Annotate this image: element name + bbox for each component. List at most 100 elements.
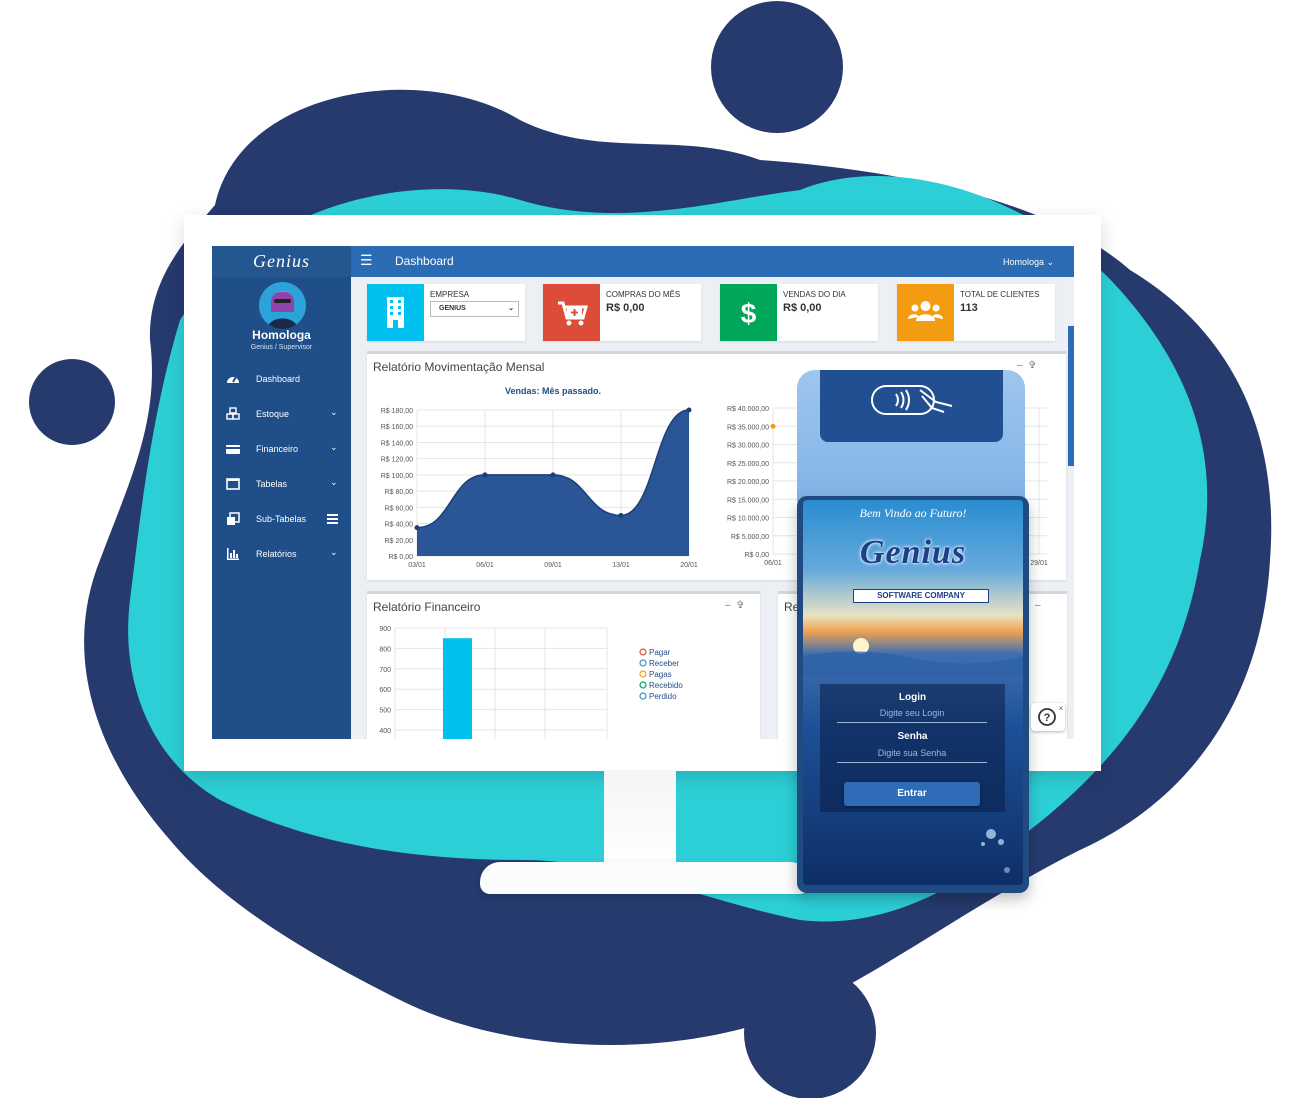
legend-marker <box>639 670 647 678</box>
infobox-value: R$ 0,00 <box>606 302 645 314</box>
pos-welcome-text: Bem Vindo ao Futuro! <box>859 506 967 520</box>
pos-login-screen: Bem Vindo ao Futuro! Genius SOFTWARE COM… <box>803 500 1023 885</box>
building-icon <box>367 284 424 341</box>
bar <box>443 638 472 739</box>
wrench-icon[interactable]: ✞ <box>736 600 744 611</box>
dark-bubble-left <box>29 359 115 445</box>
svg-text:×: × <box>1059 704 1064 713</box>
sidebar-item-financeiro[interactable]: Financeiro ⌄ <box>212 434 351 464</box>
x-tick-label: 06/01 <box>476 562 494 569</box>
chevron-down-icon: ⌄ <box>508 305 514 312</box>
legend-label: Recebido <box>649 681 683 690</box>
clone-icon <box>227 512 240 525</box>
data-point <box>686 407 692 413</box>
sidebar-item-dashboard[interactable]: Dashboard <box>212 364 351 394</box>
help-button[interactable]: ? × <box>1031 703 1065 731</box>
x-tick-label: 06/01 <box>764 560 782 567</box>
dark-bubble-bottom <box>744 967 876 1098</box>
infobox-value: R$ 0,00 <box>783 302 822 314</box>
monitor-stand-base <box>480 862 810 894</box>
avatar[interactable] <box>259 282 306 329</box>
y-tick-label: R$ 140,00 <box>381 440 413 447</box>
sidebar-item-label: Dashboard <box>256 374 301 384</box>
y-tick-label: R$ 40,00 <box>385 522 414 529</box>
svg-text:?: ? <box>1044 712 1051 724</box>
pos-logo: Genius <box>859 534 967 571</box>
pos-printer-slot <box>820 370 1003 442</box>
legend-label: Pagar <box>649 648 671 657</box>
scrollbar[interactable] <box>1068 326 1074 466</box>
legend-label: Perdido <box>649 692 677 701</box>
empresa-select[interactable]: GENIUS ⌄ <box>430 301 519 317</box>
password-input[interactable]: Digite sua Senha <box>837 748 987 763</box>
empresa-select-value: GENIUS <box>439 305 466 312</box>
chevron-down-icon: ⌄ <box>330 547 338 557</box>
user-menu-label: Homologa <box>1003 257 1045 267</box>
data-point <box>550 472 556 478</box>
sidebar-item-label: Sub-Tabelas <box>256 514 307 524</box>
y-tick-label: 700 <box>379 667 391 674</box>
dashboard-icon <box>227 377 239 383</box>
svg-text:$: $ <box>741 298 757 329</box>
pos-tagline: SOFTWARE COMPANY <box>853 589 989 603</box>
monitor-stand-neck <box>604 770 676 870</box>
minimize-icon[interactable]: – <box>1017 360 1023 371</box>
dark-bubble-top <box>711 1 843 133</box>
x-tick-label: 09/01 <box>544 562 562 569</box>
minimize-icon[interactable]: – <box>725 600 731 611</box>
minimize-icon[interactable]: – <box>1035 600 1041 611</box>
hamburger-menu-icon[interactable]: ☰ <box>360 252 373 269</box>
sidebar: Genius Homologa Genius / Supervisor Dash… <box>212 246 351 739</box>
page-title: Dashboard <box>395 254 454 268</box>
y-tick-label: R$ 120,00 <box>381 457 413 464</box>
financeiro-bar-chart: 900 800 700 600 500 400 Pagar Receber Pagas Receb… <box>379 626 683 739</box>
y-tick-label: R$ 60,00 <box>385 505 414 512</box>
chevron-down-icon: ⌄ <box>1046 257 1055 267</box>
panel-title: Relatório Movimentação Mensal <box>373 360 545 374</box>
y-tick-label: R$ 180,00 <box>381 408 413 415</box>
infobox-vendas: $ VENDAS DO DIA R$ 0,00 <box>720 284 878 341</box>
avatar-image <box>267 291 298 329</box>
sidebar-item-sub-tabelas[interactable]: Sub-Tabelas <box>212 504 351 534</box>
vendas-area-chart: Vendas: Mês passado. R$ 180,00 R$ 160,00 R$… <box>381 386 698 569</box>
sidebar-item-label: Financeiro <box>256 444 299 454</box>
app-logo[interactable]: Genius <box>212 246 351 277</box>
wrench-icon[interactable]: ✞ <box>1028 360 1036 371</box>
legend-marker <box>639 692 647 700</box>
entrar-button[interactable]: Entrar <box>844 782 980 806</box>
sidebar-item-relatorios[interactable]: Relatórios ⌄ <box>212 539 351 569</box>
credit-card-icon <box>226 445 240 454</box>
infobox-compras: COMPRAS DO MÊS R$ 0,00 <box>543 284 701 341</box>
data-point <box>618 512 624 518</box>
panel-tools: – ✞ <box>1017 360 1037 371</box>
y-tick-label: R$ 20.000,00 <box>727 479 769 486</box>
sidebar-item-estoque[interactable]: Estoque ⌄ <box>212 399 351 429</box>
infobox-label: EMPRESA <box>430 290 470 299</box>
sidebar-item-label: Tabelas <box>256 479 288 489</box>
login-label: Login <box>898 692 927 703</box>
y-tick-label: R$ 0,00 <box>744 552 769 559</box>
x-tick-label: 03/01 <box>408 562 426 569</box>
user-role: Genius / Supervisor <box>250 344 313 351</box>
y-tick-label: R$ 5.000,00 <box>731 534 769 541</box>
infobox-empresa: EMPRESA GENIUS ⌄ <box>367 284 525 341</box>
y-tick-label: R$ 0,00 <box>388 554 413 561</box>
password-label: Senha <box>897 731 928 742</box>
user-menu[interactable]: Homologa ⌄ <box>1003 257 1054 268</box>
y-tick-label: R$ 80,00 <box>385 489 414 496</box>
y-tick-label: R$ 20,00 <box>385 538 414 545</box>
infobox-value: 113 <box>960 302 978 314</box>
help-icon: ? × <box>1038 704 1064 726</box>
chevron-down-icon: ⌄ <box>330 477 338 487</box>
topbar: ☰ Dashboard Homologa ⌄ <box>351 246 1074 277</box>
data-point <box>770 423 776 429</box>
login-input[interactable]: Digite seu Login <box>837 708 987 723</box>
sidebar-item-tabelas[interactable]: Tabelas ⌄ <box>212 469 351 499</box>
infobox-label: TOTAL DE CLIENTES <box>960 290 1040 299</box>
y-tick-label: R$ 100,00 <box>381 473 413 480</box>
y-tick-label: R$ 160,00 <box>381 424 413 431</box>
chevron-down-icon: ⌄ <box>330 407 338 417</box>
contactless-payment-icon <box>871 385 953 415</box>
legend-marker <box>639 659 647 667</box>
y-tick-label: R$ 35.000,00 <box>727 424 769 431</box>
